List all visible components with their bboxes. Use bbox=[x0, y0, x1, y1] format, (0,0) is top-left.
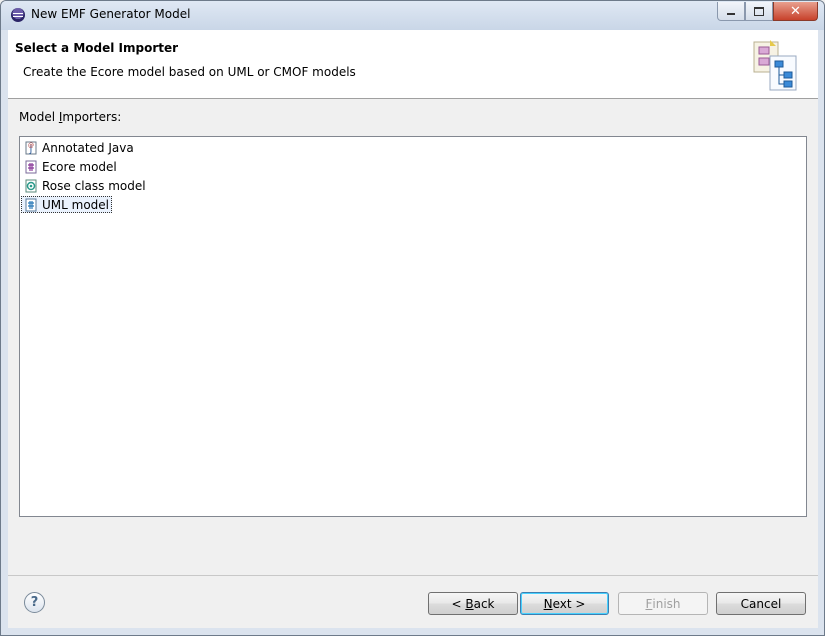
help-button[interactable]: ? bbox=[24, 592, 45, 613]
java-annotation-icon: J @ bbox=[25, 141, 37, 155]
eclipse-icon bbox=[11, 8, 25, 22]
list-item-label: Rose class model bbox=[42, 178, 146, 193]
dialog-window: New EMF Generator Model ✕ Select a Model… bbox=[0, 0, 825, 636]
uml-model-icon bbox=[25, 198, 37, 211]
page-description: Create the Ecore model based on UML or C… bbox=[23, 65, 356, 79]
button-bar-separator bbox=[8, 575, 818, 576]
window-controls: ✕ bbox=[717, 2, 818, 21]
maximize-icon bbox=[754, 6, 764, 16]
dialog-content: Select a Model Importer Create the Ecore… bbox=[8, 30, 818, 628]
list-item-label: UML model bbox=[42, 197, 110, 212]
close-button[interactable]: ✕ bbox=[773, 2, 818, 21]
list-item-label: Annotated Java bbox=[42, 140, 134, 155]
list-item-rose-class-model[interactable]: Rose class model bbox=[22, 177, 148, 194]
svg-text:@: @ bbox=[28, 142, 34, 149]
title-bar[interactable]: New EMF Generator Model ✕ bbox=[1, 1, 824, 30]
wizard-banner-icon bbox=[753, 40, 797, 91]
back-label-pre: < bbox=[451, 596, 466, 611]
rose-model-icon bbox=[25, 179, 37, 192]
page-title: Select a Model Importer bbox=[15, 41, 179, 55]
minimize-icon bbox=[727, 13, 735, 15]
list-item-annotated-java[interactable]: J @ Annotated Java bbox=[22, 139, 136, 156]
label-text-pre: Model bbox=[19, 110, 59, 124]
finish-label-post: inish bbox=[652, 596, 681, 611]
window-title: New EMF Generator Model bbox=[31, 7, 191, 21]
minimize-button[interactable] bbox=[717, 2, 745, 21]
back-label-post: ack bbox=[473, 596, 495, 611]
close-icon: ✕ bbox=[790, 3, 801, 19]
list-item-label: Ecore model bbox=[42, 159, 117, 174]
finish-label-mnemonic: F bbox=[645, 596, 653, 611]
back-button[interactable]: < Back bbox=[428, 592, 518, 615]
back-label-mnemonic: B bbox=[465, 596, 474, 611]
ecore-model-icon bbox=[25, 160, 37, 173]
maximize-button[interactable] bbox=[745, 2, 773, 21]
model-importers-label: Model Importers: bbox=[19, 110, 121, 124]
wizard-header: Select a Model Importer Create the Ecore… bbox=[8, 30, 818, 99]
next-label-mnemonic: N bbox=[543, 596, 553, 611]
next-button[interactable]: Next > bbox=[520, 592, 609, 615]
list-item-ecore-model[interactable]: Ecore model bbox=[22, 158, 119, 175]
list-item-uml-model[interactable]: UML model bbox=[21, 196, 113, 213]
help-icon: ? bbox=[30, 595, 39, 610]
model-importers-list[interactable]: J @ Annotated Java Ecore model Rose clas… bbox=[19, 136, 807, 517]
next-label-post: ext > bbox=[552, 596, 586, 611]
label-text-post: mporters: bbox=[62, 110, 122, 124]
cancel-label: Cancel bbox=[740, 596, 782, 611]
finish-button[interactable]: Finish bbox=[618, 592, 708, 615]
cancel-button[interactable]: Cancel bbox=[716, 592, 806, 615]
